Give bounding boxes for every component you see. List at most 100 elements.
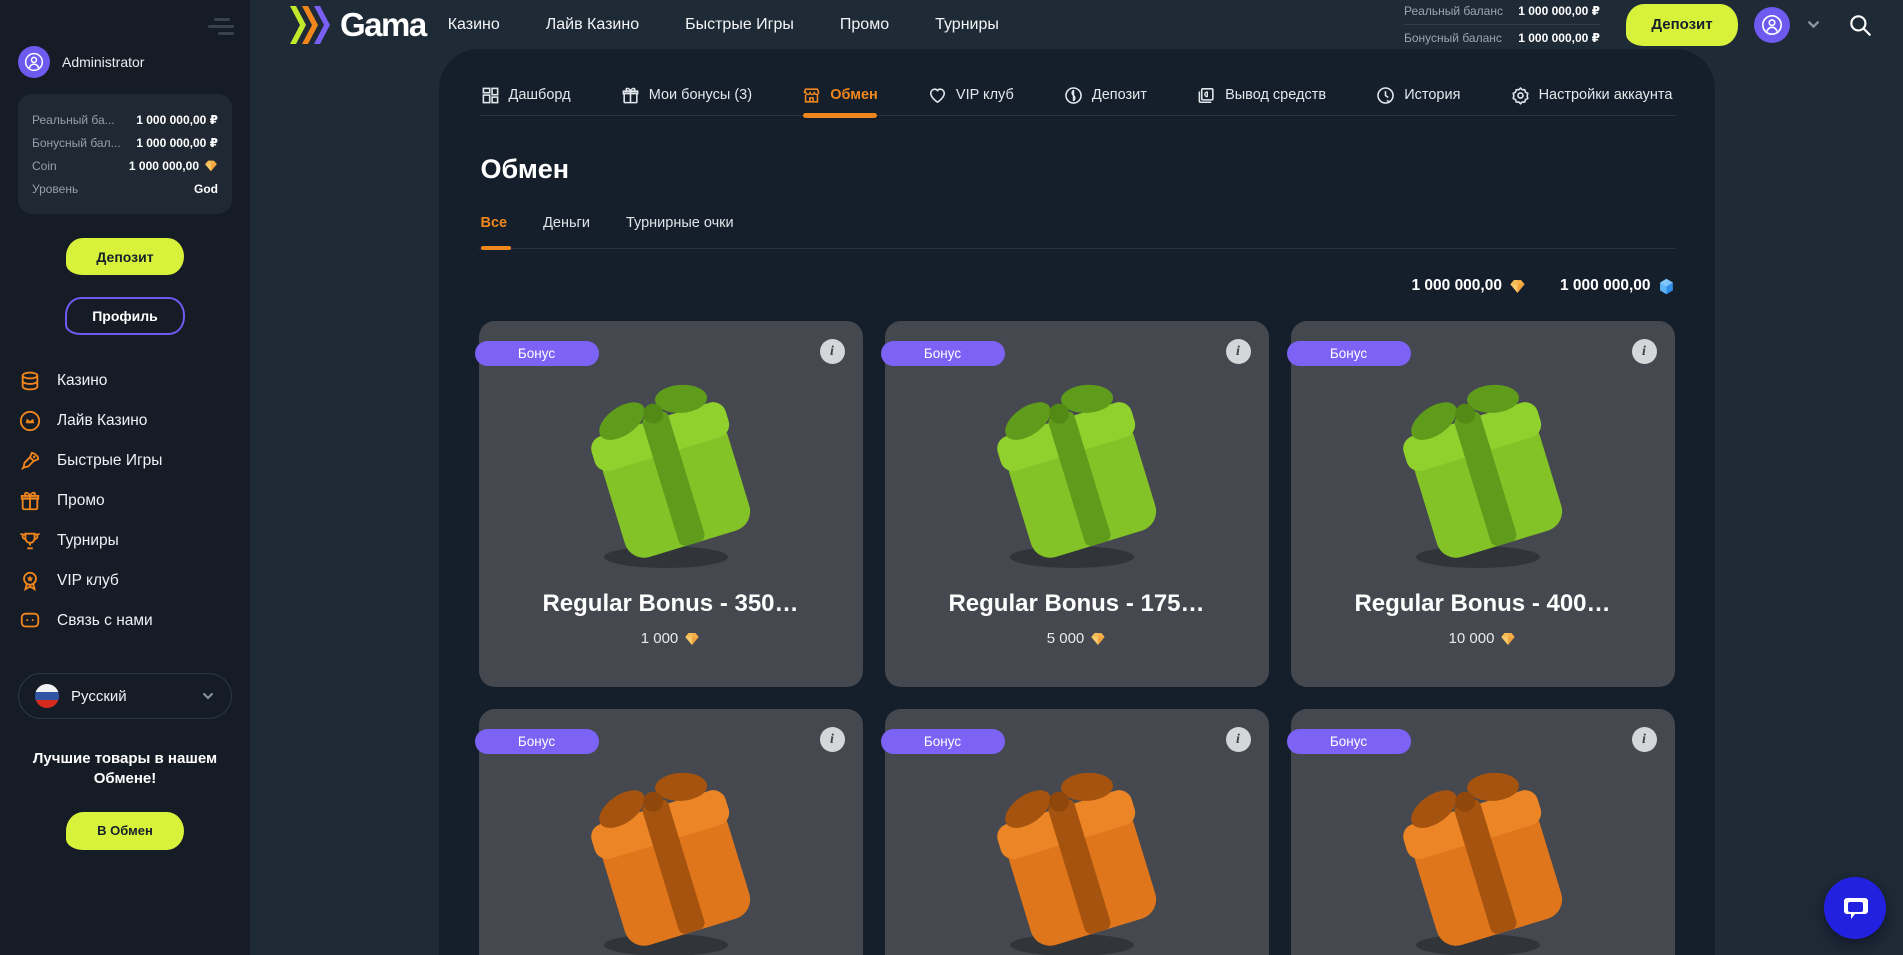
bonus-card[interactable]: Бонус i Regular Bonus - 350… 1 000 [479, 321, 863, 687]
info-icon[interactable]: i [1632, 339, 1657, 364]
sidebar-item-tournaments[interactable]: Турниры [18, 521, 232, 561]
balance-value: 1 000 000,00 ₽ [136, 136, 218, 150]
bonus-cards-grid: Бонус i Regular Bonus - 350… 1 000 Бонус… [479, 321, 1675, 955]
sidebar-menu: Казино Лайв Казино Быстрые Игры Промо Ту… [18, 361, 232, 641]
tab-label: История [1404, 87, 1460, 103]
bonus-card[interactable]: Бонус i [1291, 709, 1675, 955]
tab-dashboard[interactable]: Дашборд [481, 75, 571, 115]
search-icon[interactable] [1845, 10, 1875, 40]
filter-tab[interactable]: Все [481, 215, 508, 248]
tab-label: Вывод средств [1225, 87, 1326, 103]
account-panel: Дашборд Мои бонусы (3) Обмен VIP клуб Де… [439, 49, 1715, 955]
user-profile[interactable]: Administrator [18, 46, 232, 78]
bonus-card[interactable]: Бонус i [479, 709, 863, 955]
balance-label: Реальный ба... [32, 113, 115, 127]
shop-balances: 1 000 000,001 000 000,00 [479, 277, 1675, 295]
real-balance-label: Реальный баланс [1404, 4, 1503, 18]
account-chevron-down-icon[interactable] [1806, 17, 1821, 32]
contact-icon [18, 609, 42, 633]
coin-icon [1064, 86, 1083, 105]
nav-link[interactable]: Быстрые Игры [685, 16, 794, 34]
balance-row: Coin 1 000 000,00 [32, 154, 218, 177]
info-icon[interactable]: i [820, 339, 845, 364]
language-select[interactable]: Русский [18, 673, 232, 719]
info-icon[interactable]: i [1226, 727, 1251, 752]
sidebar-profile-button[interactable]: Профиль [65, 297, 185, 335]
gift-box-image [1378, 755, 1588, 955]
sidebar-collapse-icon[interactable] [208, 14, 236, 39]
nav-link[interactable]: Казино [448, 16, 500, 34]
bonus-balance-value: 1 000 000,00 ₽ [1518, 31, 1600, 45]
header-deposit-button[interactable]: Депозит [1626, 4, 1738, 46]
nav-link[interactable]: Промо [840, 16, 889, 34]
page-title: Обмен [481, 154, 1675, 185]
balance-label: Уровень [32, 182, 78, 196]
bonus-badge: Бонус [1287, 729, 1411, 754]
tab-label: Депозит [1092, 87, 1147, 103]
tab-withdraw[interactable]: Вывод средств [1197, 75, 1326, 115]
sidebar-shop-button[interactable]: В Обмен [66, 812, 184, 850]
header-balances: Реальный баланс 1 000 000,00 ₽ Бонусный … [1404, 0, 1600, 49]
casino-icon [18, 369, 42, 393]
balance-label: Coin [32, 159, 57, 173]
bonus-badge: Бонус [475, 729, 599, 754]
user-avatar [18, 46, 50, 78]
sidebar-item-label: Связь с нами [57, 612, 153, 630]
gama-logo[interactable]: Gama [288, 5, 426, 45]
balance-label: Бонусный бал... [32, 136, 121, 150]
dashboard-icon [481, 86, 500, 105]
info-icon[interactable]: i [1632, 727, 1657, 752]
bonus-badge: Бонус [1287, 341, 1411, 366]
tab-coin[interactable]: Депозит [1064, 75, 1147, 115]
bonus-card[interactable]: Бонус i Regular Bonus - 175… 5 000 [885, 321, 1269, 687]
sidebar-item-fast-games[interactable]: Быстрые Игры [18, 441, 232, 481]
sidebar-item-promo[interactable]: Промо [18, 481, 232, 521]
tab-heart[interactable]: VIP клуб [928, 75, 1014, 115]
divider [1404, 24, 1600, 25]
nav-link[interactable]: Турниры [935, 16, 999, 34]
heart-icon [928, 86, 947, 105]
sidebar-item-label: VIP клуб [57, 572, 119, 590]
bonus-card-title: Regular Bonus - 175… [948, 590, 1204, 618]
top-nav: Казино Лайв Казино Быстрые Игры Промо Турнир… [448, 16, 999, 34]
tab-shop[interactable]: Обмен [802, 75, 878, 115]
sidebar-item-label: Турниры [57, 532, 119, 550]
tab-label: VIP клуб [956, 87, 1014, 103]
tab-history[interactable]: История [1376, 75, 1460, 115]
account-avatar-button[interactable] [1754, 7, 1790, 43]
sidebar-item-casino[interactable]: Казино [18, 361, 232, 401]
sidebar-item-vip[interactable]: VIP клуб [18, 561, 232, 601]
balance-value: 1 000 000,00 [129, 159, 218, 173]
gift-image [566, 367, 776, 582]
language-label: Русский [71, 688, 189, 705]
filter-tab[interactable]: Деньги [543, 215, 590, 248]
info-icon[interactable]: i [1226, 339, 1251, 364]
settings-icon [1511, 86, 1530, 105]
history-icon [1376, 86, 1395, 105]
bonus-card-price: 5 000 [1047, 630, 1107, 647]
real-balance-value: 1 000 000,00 ₽ [1518, 4, 1600, 18]
tab-gift[interactable]: Мои бонусы (3) [621, 75, 752, 115]
live-chat-button[interactable] [1824, 877, 1886, 939]
gift-image [972, 367, 1182, 582]
sidebar-balance-card: Реальный ба... 1 000 000,00 ₽ Бонусный б… [18, 94, 232, 214]
sidebar-item-label: Казино [57, 372, 107, 390]
sidebar-item-live-casino[interactable]: Лайв Казино [18, 401, 232, 441]
bonus-balance-label: Бонусный баланс [1404, 31, 1502, 45]
tab-settings[interactable]: Настройки аккаунта [1511, 75, 1673, 115]
top-header: Gama Казино Лайв Казино Быстрые Игры Промо Т… [250, 0, 1903, 49]
sidebar-item-label: Промо [57, 492, 105, 510]
sidebar-item-contact[interactable]: Связь с нами [18, 601, 232, 641]
info-icon[interactable]: i [820, 727, 845, 752]
filter-tab[interactable]: Турнирные очки [626, 215, 734, 248]
nav-link[interactable]: Лайв Казино [546, 16, 639, 34]
bonus-card[interactable]: Бонус i Regular Bonus - 400… 10 000 [1291, 321, 1675, 687]
bonus-card[interactable]: Бонус i [885, 709, 1269, 955]
user-name: Administrator [62, 54, 144, 70]
promo-icon [18, 489, 42, 513]
shop-balance: 1 000 000,00 [1411, 277, 1526, 295]
chevron-down-icon [201, 689, 215, 703]
gift-image [1378, 367, 1588, 582]
gift-box-image [566, 755, 776, 955]
sidebar-deposit-button[interactable]: Депозит [66, 238, 184, 275]
